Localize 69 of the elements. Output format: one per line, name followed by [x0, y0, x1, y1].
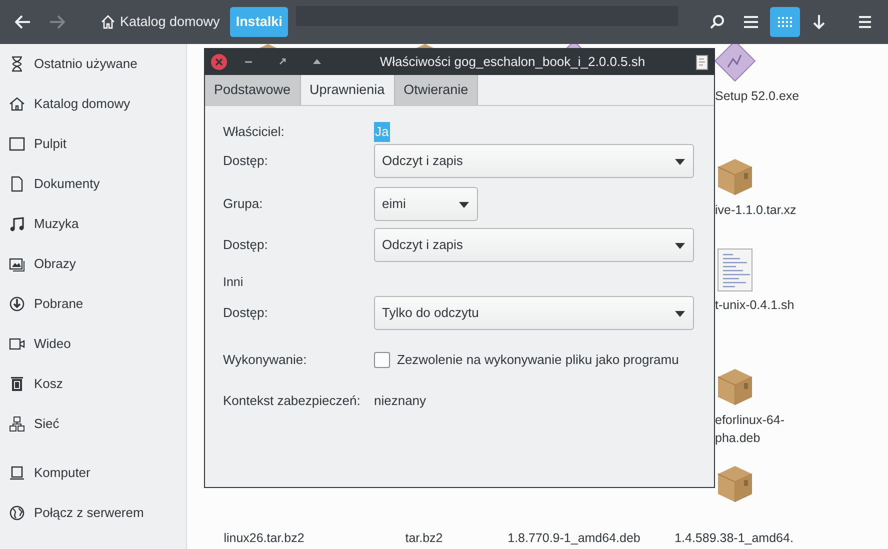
grid-icon [777, 15, 793, 29]
menu-icon [858, 15, 872, 29]
desktop-icon [9, 136, 25, 152]
tab[interactable]: Podstawowe [205, 75, 301, 105]
close-button[interactable] [211, 54, 227, 70]
file-name: 1.4.589.38-1_amd64. [674, 530, 794, 547]
dropdown[interactable]: Odczyt i zapis [374, 228, 694, 262]
sidebar-item[interactable]: Kosz [0, 364, 186, 404]
image-icon [9, 256, 25, 272]
checkbox[interactable]: Zezwolenie na wykonywanie pliku jako programu [374, 350, 679, 370]
sidebar-item[interactable]: Ostatnio używane [0, 44, 186, 84]
sidebar-item[interactable]: Muzyka [0, 204, 186, 244]
field-value: nieznany [374, 392, 426, 410]
section-heading: Inni [223, 274, 244, 291]
file-name: linux26.tar.bz2 [224, 530, 304, 547]
breadcrumb[interactable]: Katalog domowy [94, 7, 226, 37]
field-label: Dostęp: [223, 237, 268, 252]
sidebar-item[interactable]: Komputer [0, 453, 186, 493]
list-icon [743, 15, 759, 29]
field-label: Dostęp: [223, 305, 268, 320]
back-arrow-icon [15, 15, 31, 29]
file-icon [696, 55, 708, 70]
field-label: Dostęp: [223, 153, 268, 168]
caret-icon [459, 202, 469, 208]
hourglass-icon [9, 56, 25, 72]
sidebar-item[interactable]: Wideo [0, 324, 186, 364]
sidebar-item[interactable]: Połącz z serwerem [0, 493, 186, 533]
download-icon [9, 296, 25, 312]
globe-icon [9, 505, 25, 521]
field-label: Grupa: [223, 196, 263, 212]
down-arrow-icon [812, 14, 826, 30]
caret-icon [675, 158, 685, 165]
caret-icon [675, 242, 685, 249]
dropdown[interactable]: Tylko do odczytu [374, 296, 694, 330]
file-name: tar.bz2 [405, 530, 443, 547]
laptop-icon [9, 465, 25, 481]
selected-text: Ja [374, 122, 390, 142]
document-icon [9, 176, 25, 192]
file-name: t-unix-0.4.1.sh [715, 297, 794, 314]
caret-icon [675, 310, 685, 317]
sidebar-item[interactable]: Obrazy [0, 244, 186, 284]
forward-arrow-icon [49, 15, 65, 29]
field-label: Właściciel: [223, 124, 284, 140]
file-name: eforlinux-64- [715, 412, 784, 429]
search-icon [709, 14, 725, 30]
field-label: Wykonywanie: [223, 352, 307, 368]
installer-icon [714, 44, 756, 82]
trash-icon [9, 376, 25, 392]
file-name: ive-1.1.0.tar.xz [715, 202, 796, 219]
home-icon [9, 96, 25, 112]
network-icon [9, 416, 25, 432]
script-icon [717, 248, 753, 292]
close-icon [215, 58, 223, 66]
sidebar-item[interactable]: Pobrane [0, 284, 186, 324]
video-camera-icon [9, 336, 25, 352]
sidebar-item[interactable]: Dokumenty [0, 164, 186, 204]
field-label: Kontekst zabezpieczeń: [223, 393, 360, 408]
sidebar-item[interactable]: Pulpit [0, 124, 186, 164]
sidebar-item[interactable]: Sieć [0, 404, 186, 444]
tab[interactable]: Otwieranie [394, 75, 478, 105]
window-title: Właściwości gog_eschalon_book_i_2.0.0.5.sh [378, 53, 646, 72]
sidebar-item[interactable]: Katalog domowy [0, 84, 186, 124]
dropdown[interactable]: Odczyt i zapis [374, 144, 694, 178]
home-icon [100, 14, 116, 30]
file-name: pha.deb [715, 430, 760, 447]
music-note-icon [9, 216, 25, 232]
file-name: Setup 52.0.exe [715, 88, 800, 105]
file-name: 1.8.770.9-1_amd64.deb [508, 530, 640, 547]
dropdown[interactable]: eimi [374, 187, 478, 221]
